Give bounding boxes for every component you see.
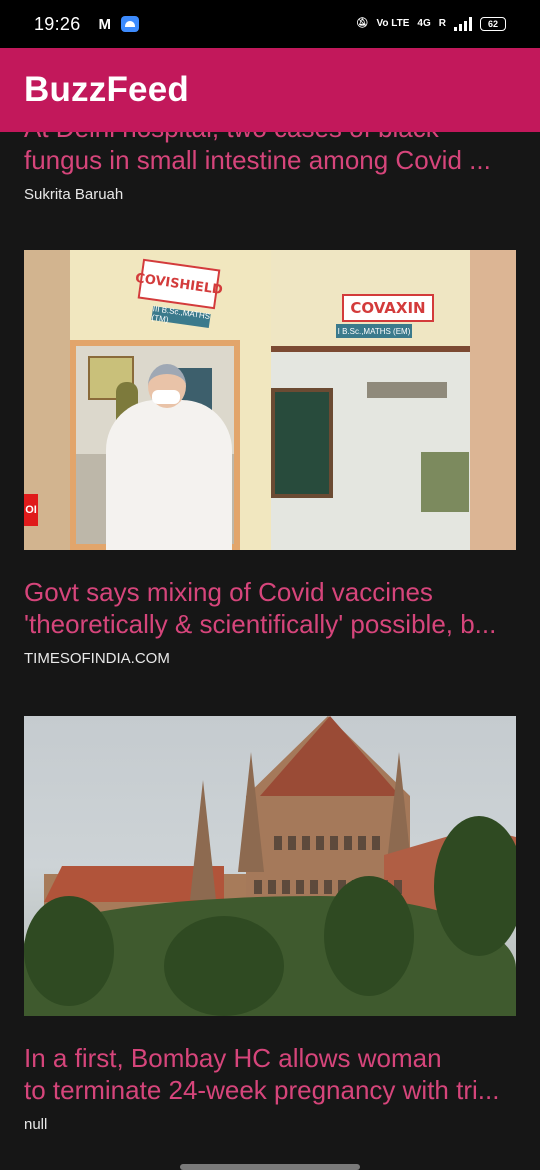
network-type-icon: 4G — [417, 18, 431, 29]
article-card[interactable]: In a first, Bombay HC allows woman to te… — [24, 716, 516, 1133]
article-headline[interactable]: In a first, Bombay HC allows woman to te… — [24, 1042, 516, 1106]
article-source: Sukrita Baruah — [24, 186, 124, 203]
article-headline[interactable]: At Delhi hospital, two cases of black fu… — [24, 132, 516, 176]
court-spire — [190, 780, 216, 900]
home-indicator[interactable] — [180, 1164, 360, 1170]
toi-logo-badge: OI — [24, 494, 38, 526]
article-headline[interactable]: Govt says mixing of Covid vaccines 'theo… — [24, 576, 516, 640]
classroom-window — [367, 382, 447, 398]
blackboard — [271, 388, 333, 498]
article-image[interactable]: COVISHIELD III B.Sc.,MATHS (TM) COVAXIN … — [24, 250, 516, 550]
class-sign: I B.Sc.,MATHS (EM) — [336, 324, 412, 338]
volte-icon: Vo LTE — [376, 18, 410, 29]
android-app-icon — [121, 16, 140, 32]
battery-icon: 62 — [480, 17, 506, 31]
mute-bell-icon: 🔕︎ — [355, 18, 369, 29]
headline-line: fungus in small intestine among Covid ..… — [24, 145, 491, 175]
headline-line: Govt says mixing of Covid vaccines — [24, 577, 433, 607]
article-card[interactable]: COVISHIELD III B.Sc.,MATHS (TM) COVAXIN … — [24, 250, 516, 667]
app-bar: BuzzFeed — [0, 48, 540, 132]
news-feed[interactable]: At Delhi hospital, two cases of black fu… — [0, 132, 540, 1170]
article-source: null — [24, 1116, 48, 1133]
tree — [164, 916, 284, 1016]
headline-line: to terminate 24-week pregnancy with tri.… — [24, 1075, 500, 1105]
headline-line: At Delhi hospital, two cases of black — [24, 132, 516, 144]
face-mask — [152, 390, 180, 404]
status-time: 19:26 — [34, 13, 81, 34]
status-bar: 19:26 M 🔕︎ Vo LTE 4G R 62 — [0, 0, 540, 48]
tree — [324, 876, 414, 996]
article-source: TIMESOFINDIA.COM — [24, 650, 170, 667]
app-title: BuzzFeed — [24, 70, 189, 109]
system-icons: 🔕︎ Vo LTE 4G R 62 — [356, 17, 506, 31]
court-tower-roof — [260, 716, 400, 796]
signal-icon — [454, 17, 472, 31]
tree — [24, 896, 114, 1006]
covaxin-sign: COVAXIN — [342, 294, 434, 322]
tree — [434, 816, 516, 956]
notification-icons: M — [99, 16, 140, 33]
image-edge — [470, 250, 516, 550]
headline-line: In a first, Bombay HC allows woman — [24, 1043, 442, 1073]
article-image[interactable] — [24, 716, 516, 1016]
classroom-doorway — [271, 346, 470, 550]
window-row — [274, 836, 384, 850]
classroom-window — [421, 452, 469, 512]
health-worker — [106, 364, 232, 550]
headline-line: 'theoretically & scientifically' possibl… — [24, 609, 497, 639]
roaming-indicator: R — [438, 18, 446, 29]
m-app-icon: M — [98, 15, 112, 33]
article-card[interactable]: At Delhi hospital, two cases of black fu… — [24, 132, 516, 203]
